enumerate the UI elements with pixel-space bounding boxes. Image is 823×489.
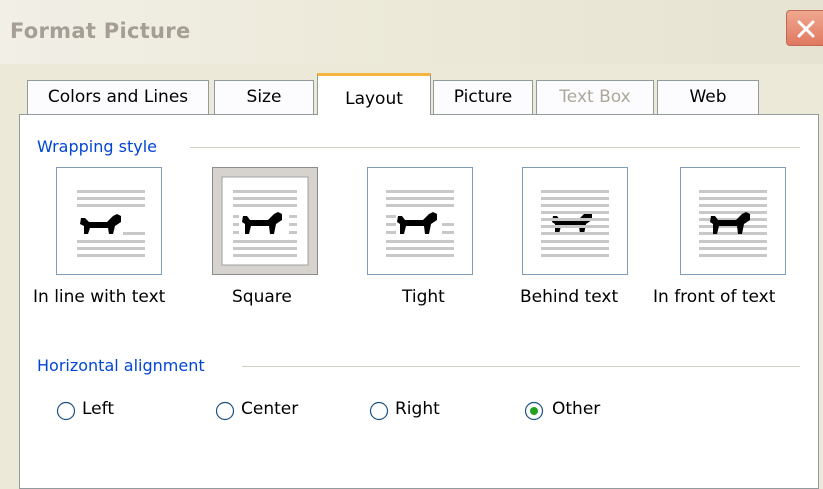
in-front-of-text-icon [699,190,767,257]
inline-with-text-icon [77,190,145,257]
horizontal-alignment-divider [242,366,800,367]
close-x-icon [797,20,815,38]
radio-right[interactable] [369,401,389,421]
radio-right-label[interactable]: Right [395,399,440,419]
wrap-option-behind-text[interactable] [522,167,628,275]
tab-web[interactable]: Web [657,80,759,114]
wrap-option-in-front-of-text-label: In front of text [653,287,776,307]
radio-left[interactable] [56,401,76,421]
wrap-option-tight[interactable] [367,167,473,275]
radio-selected-dot [530,407,538,415]
wrap-option-square[interactable] [212,167,318,275]
wrapping-style-divider [190,147,800,148]
tab-layout[interactable]: Layout [317,73,431,115]
square-wrap-icon [221,176,309,266]
wrap-option-inline-label: In line with text [33,287,166,307]
radio-center[interactable] [215,401,235,421]
wrap-option-inline[interactable] [56,167,162,275]
close-button[interactable] [786,10,823,46]
behind-text-icon [541,190,609,257]
dialog-title: Format Picture [10,19,191,43]
radio-other[interactable] [524,401,544,421]
wrap-option-in-front-of-text[interactable] [680,167,786,275]
horizontal-alignment-heading: Horizontal alignment [37,356,211,375]
wrap-option-tight-label: Tight [402,287,445,307]
radio-other-label[interactable]: Other [552,399,600,419]
wrapping-style-heading: Wrapping style [37,137,163,156]
wrap-option-square-label: Square [232,287,292,307]
radio-left-label[interactable]: Left [82,399,114,419]
title-bar: Format Picture [0,0,823,64]
tab-colors-and-lines[interactable]: Colors and Lines [27,80,209,114]
tab-size[interactable]: Size [214,80,314,114]
tab-picture[interactable]: Picture [433,80,533,114]
tight-wrap-icon [386,190,454,257]
tab-text-box: Text Box [536,80,654,114]
radio-center-label[interactable]: Center [241,399,298,419]
wrap-option-behind-text-label: Behind text [520,287,619,307]
